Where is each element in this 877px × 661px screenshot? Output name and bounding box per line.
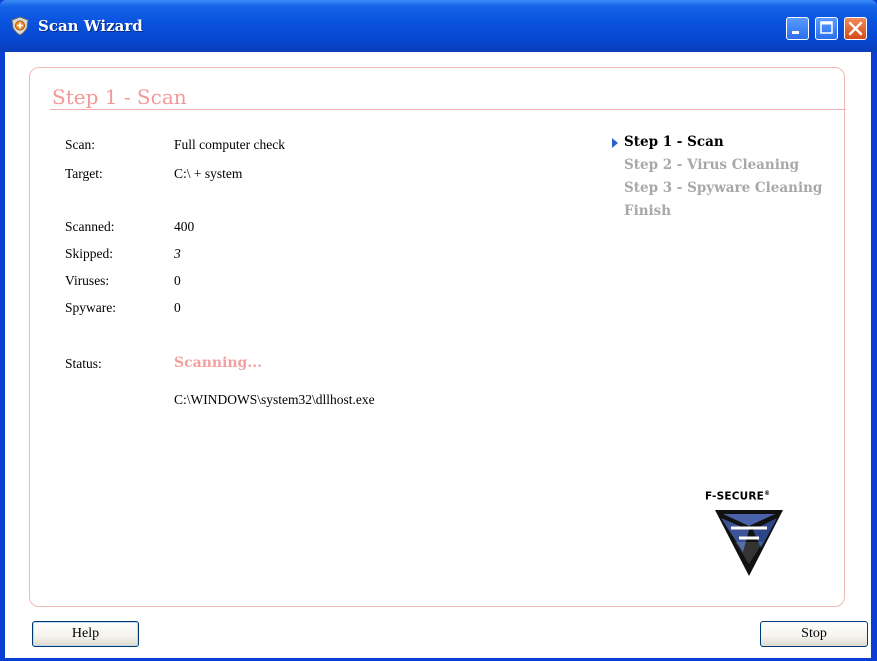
close-button[interactable]	[844, 17, 867, 40]
heading-divider	[50, 109, 846, 110]
skipped-label: Skipped:	[65, 246, 114, 261]
close-icon	[848, 21, 863, 36]
f-secure-emblem-icon	[715, 510, 783, 576]
spyware-value: 0	[174, 300, 181, 315]
stop-button[interactable]: Stop	[760, 621, 868, 647]
brand-name: F-SECURE®	[705, 490, 795, 503]
f-secure-shield-icon	[11, 16, 29, 36]
title-bar[interactable]: Scan Wizard	[0, 0, 877, 52]
viruses-value: 0	[174, 273, 181, 288]
current-file-path: C:\WINDOWS\system32\dllhost.exe	[174, 392, 375, 407]
status-value: Scanning...	[174, 355, 262, 371]
scanned-value: 400	[174, 219, 195, 234]
registered-mark: ®	[764, 490, 771, 497]
page-title: Step 1 - Scan	[52, 85, 187, 109]
scan-panel: Step 1 - Scan Scan: Full computer check …	[29, 67, 846, 607]
brand-name-text: F-SECURE	[705, 490, 765, 503]
target-value: C:\ + system	[174, 166, 243, 181]
window-title: Scan Wizard	[38, 17, 143, 35]
minimize-button[interactable]	[786, 17, 809, 40]
skipped-value: 3	[174, 246, 181, 261]
viruses-label: Viruses:	[65, 273, 110, 288]
scan-wizard-window: Scan Wizard Step 1 - Scan Scan: Full com…	[0, 0, 877, 661]
spyware-label: Spyware:	[65, 300, 116, 315]
step-item-finish: Finish	[624, 203, 672, 219]
scan-value: Full computer check	[174, 137, 285, 152]
scan-label: Scan:	[65, 137, 95, 152]
step-item-spyware-cleaning: Step 3 - Spyware Cleaning	[624, 180, 823, 196]
minimize-icon	[792, 31, 799, 34]
current-step-arrow-icon	[612, 138, 618, 148]
step-item-scan: Step 1 - Scan	[624, 134, 724, 150]
status-label: Status:	[65, 356, 102, 371]
client-area: Step 1 - Scan Scan: Full computer check …	[5, 52, 871, 658]
maximize-icon	[820, 21, 833, 34]
step-item-virus-cleaning: Step 2 - Virus Cleaning	[624, 157, 800, 173]
maximize-button[interactable]	[815, 17, 838, 40]
target-label: Target:	[65, 166, 103, 181]
help-button[interactable]: Help	[32, 621, 139, 647]
f-secure-logo: F-SECURE®	[705, 490, 795, 580]
scanned-label: Scanned:	[65, 219, 115, 234]
